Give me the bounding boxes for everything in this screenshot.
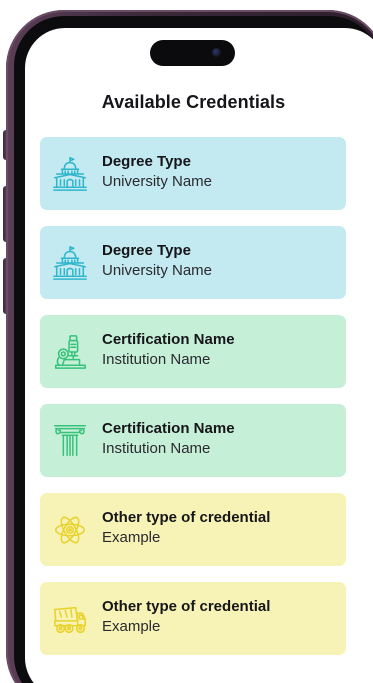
- credential-title: Degree Type: [102, 153, 191, 170]
- atom-icon: [54, 516, 86, 544]
- app-viewport: Available Credentials Degree Type Univer…: [0, 0, 373, 683]
- credential-title: Degree Type: [102, 242, 191, 259]
- university-building-icon: [53, 157, 87, 191]
- page-title: Available Credentials: [101, 92, 286, 112]
- credential-text: Other type of credential Example: [102, 508, 340, 548]
- credential-card-degree[interactable]: Degree Type University Name: [40, 226, 346, 299]
- credential-text: Certification Name Institution Name: [102, 419, 340, 459]
- credential-subtitle: Institution Name: [102, 440, 211, 457]
- credential-subtitle: University Name: [102, 262, 213, 279]
- credential-subtitle: Institution Name: [102, 351, 211, 368]
- credential-title: Certification Name: [102, 331, 235, 348]
- credential-subtitle: University Name: [102, 173, 213, 190]
- credential-text: Other type of credential Example: [102, 597, 340, 637]
- credential-title: Other type of credential: [102, 509, 271, 526]
- front-camera-icon: [212, 48, 221, 57]
- credential-card-degree[interactable]: Degree Type University Name: [40, 137, 346, 210]
- credential-text: Certification Name Institution Name: [102, 330, 340, 370]
- credential-subtitle: Example: [102, 618, 161, 635]
- credential-card-certification[interactable]: Certification Name Institution Name: [40, 404, 346, 477]
- credential-text: Degree Type University Name: [102, 152, 340, 192]
- university-building-icon: [53, 246, 87, 280]
- phone-screen: Available Credentials Degree Type Univer…: [25, 28, 373, 683]
- credential-card-certification[interactable]: Certification Name Institution Name: [40, 315, 346, 388]
- credential-list: Degree Type University Name Degree Type …: [40, 137, 346, 671]
- credential-text: Degree Type University Name: [102, 241, 340, 281]
- dump-truck-icon: [54, 606, 86, 634]
- credential-title: Other type of credential: [102, 598, 271, 615]
- microscope-icon: [54, 335, 86, 369]
- credential-card-other[interactable]: Other type of credential Example: [40, 582, 346, 655]
- credential-card-other[interactable]: Other type of credential Example: [40, 493, 346, 566]
- credential-title: Certification Name: [102, 420, 235, 437]
- greek-column-icon: [54, 425, 86, 457]
- dynamic-island: [150, 40, 235, 66]
- credential-subtitle: Example: [102, 529, 161, 546]
